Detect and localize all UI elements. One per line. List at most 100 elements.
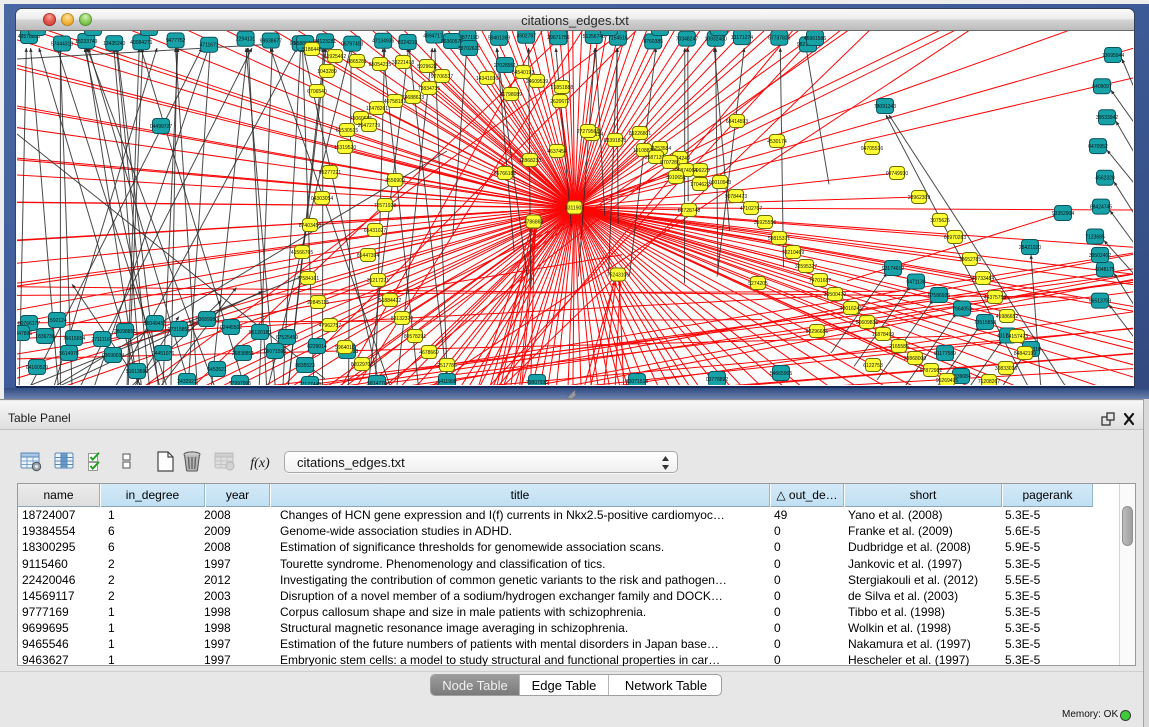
svg-text:28098851: 28098851 [114, 329, 136, 335]
svg-text:13695944: 13695944 [1102, 53, 1124, 59]
svg-text:65431027: 65431027 [364, 228, 386, 234]
svg-text:1043289: 1043289 [317, 69, 337, 75]
svg-text:73515850: 73515850 [974, 320, 996, 326]
svg-text:5814770: 5814770 [367, 381, 387, 385]
svg-text:8324210: 8324210 [398, 40, 418, 46]
svg-text:51925462: 51925462 [324, 54, 346, 60]
svg-text:10932480: 10932480 [705, 37, 727, 43]
svg-text:39500479: 39500479 [824, 292, 846, 298]
svg-text:04303054: 04303054 [311, 196, 333, 202]
svg-text:58815371: 58815371 [768, 236, 790, 242]
svg-text:87403450: 87403450 [299, 223, 321, 229]
svg-text:4902787: 4902787 [516, 34, 536, 40]
svg-text:47102767: 47102767 [740, 206, 762, 212]
svg-text:27111161: 27111161 [91, 337, 112, 343]
svg-text:68970283: 68970283 [944, 235, 966, 241]
svg-text:27279568: 27279568 [577, 129, 599, 135]
svg-text:68414593: 68414593 [726, 119, 748, 125]
svg-text:4711671: 4711671 [200, 43, 219, 49]
svg-text:0471138: 0471138 [906, 279, 925, 285]
svg-text:18233749: 18233749 [75, 39, 97, 45]
svg-text:12868230: 12868230 [519, 158, 541, 164]
svg-text:47962757: 47962757 [319, 323, 341, 329]
svg-text:6453521: 6453521 [207, 367, 227, 373]
svg-text:51613696: 51613696 [126, 369, 148, 375]
svg-text:4562328: 4562328 [1095, 176, 1115, 182]
svg-text:70348247: 70348247 [676, 36, 698, 42]
svg-text:0229014: 0229014 [307, 344, 327, 350]
svg-text:54665905: 54665905 [770, 371, 792, 377]
svg-text:47134936: 47134936 [372, 39, 394, 45]
svg-text:85277221: 85277221 [319, 170, 341, 176]
svg-text:73834735: 73834735 [418, 86, 440, 92]
svg-text:29671756: 29671756 [547, 35, 569, 41]
svg-text:1836736: 1836736 [35, 334, 55, 340]
svg-text:32595327: 32595327 [795, 264, 817, 270]
svg-text:27028951: 27028951 [494, 63, 516, 69]
svg-text:90010943: 90010943 [709, 180, 731, 186]
svg-text:4786863: 4786863 [524, 219, 544, 225]
svg-text:64160529: 64160529 [26, 365, 48, 371]
svg-text:8707286: 8707286 [660, 160, 680, 166]
svg-text:39868000: 39868000 [904, 356, 926, 362]
svg-text:4637454: 4637454 [547, 149, 567, 155]
svg-text:84842199: 84842199 [1014, 351, 1036, 357]
svg-text:69847896: 69847896 [17, 331, 32, 337]
svg-text:7123685: 7123685 [1085, 234, 1105, 240]
svg-text:96120183: 96120183 [249, 330, 271, 336]
svg-text:04499727: 04499727 [150, 124, 172, 130]
svg-text:4530174: 4530174 [767, 139, 787, 145]
svg-text:76615654: 76615654 [63, 336, 85, 342]
svg-text:12478261: 12478261 [366, 106, 388, 112]
svg-text:3556909: 3556909 [385, 178, 405, 184]
svg-text:4678669: 4678669 [419, 350, 439, 356]
svg-text:6117240: 6117240 [27, 31, 46, 32]
svg-text:35925556: 35925556 [754, 220, 776, 226]
svg-text:50609835: 50609835 [856, 320, 878, 326]
svg-text:95269495: 95269495 [936, 378, 958, 384]
svg-text:48016245: 48016245 [840, 306, 862, 312]
svg-text:1704622: 1704622 [690, 182, 710, 188]
svg-text:88728743: 88728743 [678, 208, 700, 214]
svg-text:94647436: 94647436 [708, 31, 730, 32]
svg-text:6122753: 6122753 [863, 363, 883, 369]
svg-text:88424745: 88424745 [1090, 204, 1112, 210]
svg-text:24451076: 24451076 [152, 351, 174, 357]
svg-text:3075626: 3075626 [930, 218, 950, 224]
svg-text:06071596: 06071596 [264, 349, 286, 355]
svg-text:99938677: 99938677 [260, 38, 282, 44]
svg-text:78652785: 78652785 [959, 257, 981, 263]
svg-text:49733484: 49733484 [972, 276, 994, 282]
svg-text:85054235: 85054235 [369, 62, 391, 68]
svg-text:2294131: 2294131 [236, 37, 256, 43]
svg-text:16878499: 16878499 [872, 332, 894, 338]
svg-text:7154516: 7154516 [608, 36, 628, 42]
svg-text:61530515: 61530515 [336, 128, 358, 134]
svg-text:40758181: 40758181 [384, 99, 406, 105]
svg-text:34540193: 34540193 [512, 70, 534, 76]
svg-text:6409097: 6409097 [1092, 84, 1112, 90]
svg-text:56049451: 56049451 [144, 321, 166, 327]
svg-text:5964016: 5964016 [335, 345, 355, 351]
svg-text:82029702: 82029702 [351, 362, 373, 368]
svg-text:15319520: 15319520 [334, 145, 356, 151]
svg-text:79807935: 79807935 [526, 380, 548, 385]
svg-text:5045562: 5045562 [83, 31, 103, 32]
svg-text:31217271: 31217271 [367, 278, 389, 284]
svg-text:27315851: 27315851 [168, 327, 190, 333]
svg-text:f(x): f(x) [250, 456, 270, 471]
svg-text:14341036: 14341036 [476, 76, 498, 82]
svg-text:27177449: 27177449 [299, 382, 321, 385]
svg-text:93792374: 93792374 [598, 31, 620, 32]
svg-text:39502402: 39502402 [1089, 253, 1111, 259]
svg-text:83132370: 83132370 [391, 316, 413, 322]
svg-text:81447394: 81447394 [357, 253, 379, 259]
svg-text:93689980: 93689980 [196, 317, 218, 323]
svg-text:45961586: 45961586 [804, 36, 826, 42]
svg-text:8835523: 8835523 [295, 363, 315, 369]
svg-text:73210469: 73210469 [782, 250, 804, 256]
svg-text:1592124: 1592124 [47, 318, 67, 324]
svg-text:13171274: 13171274 [731, 35, 753, 41]
svg-text:0470952: 0470952 [1088, 144, 1108, 150]
svg-text:18702621: 18702621 [458, 46, 480, 52]
